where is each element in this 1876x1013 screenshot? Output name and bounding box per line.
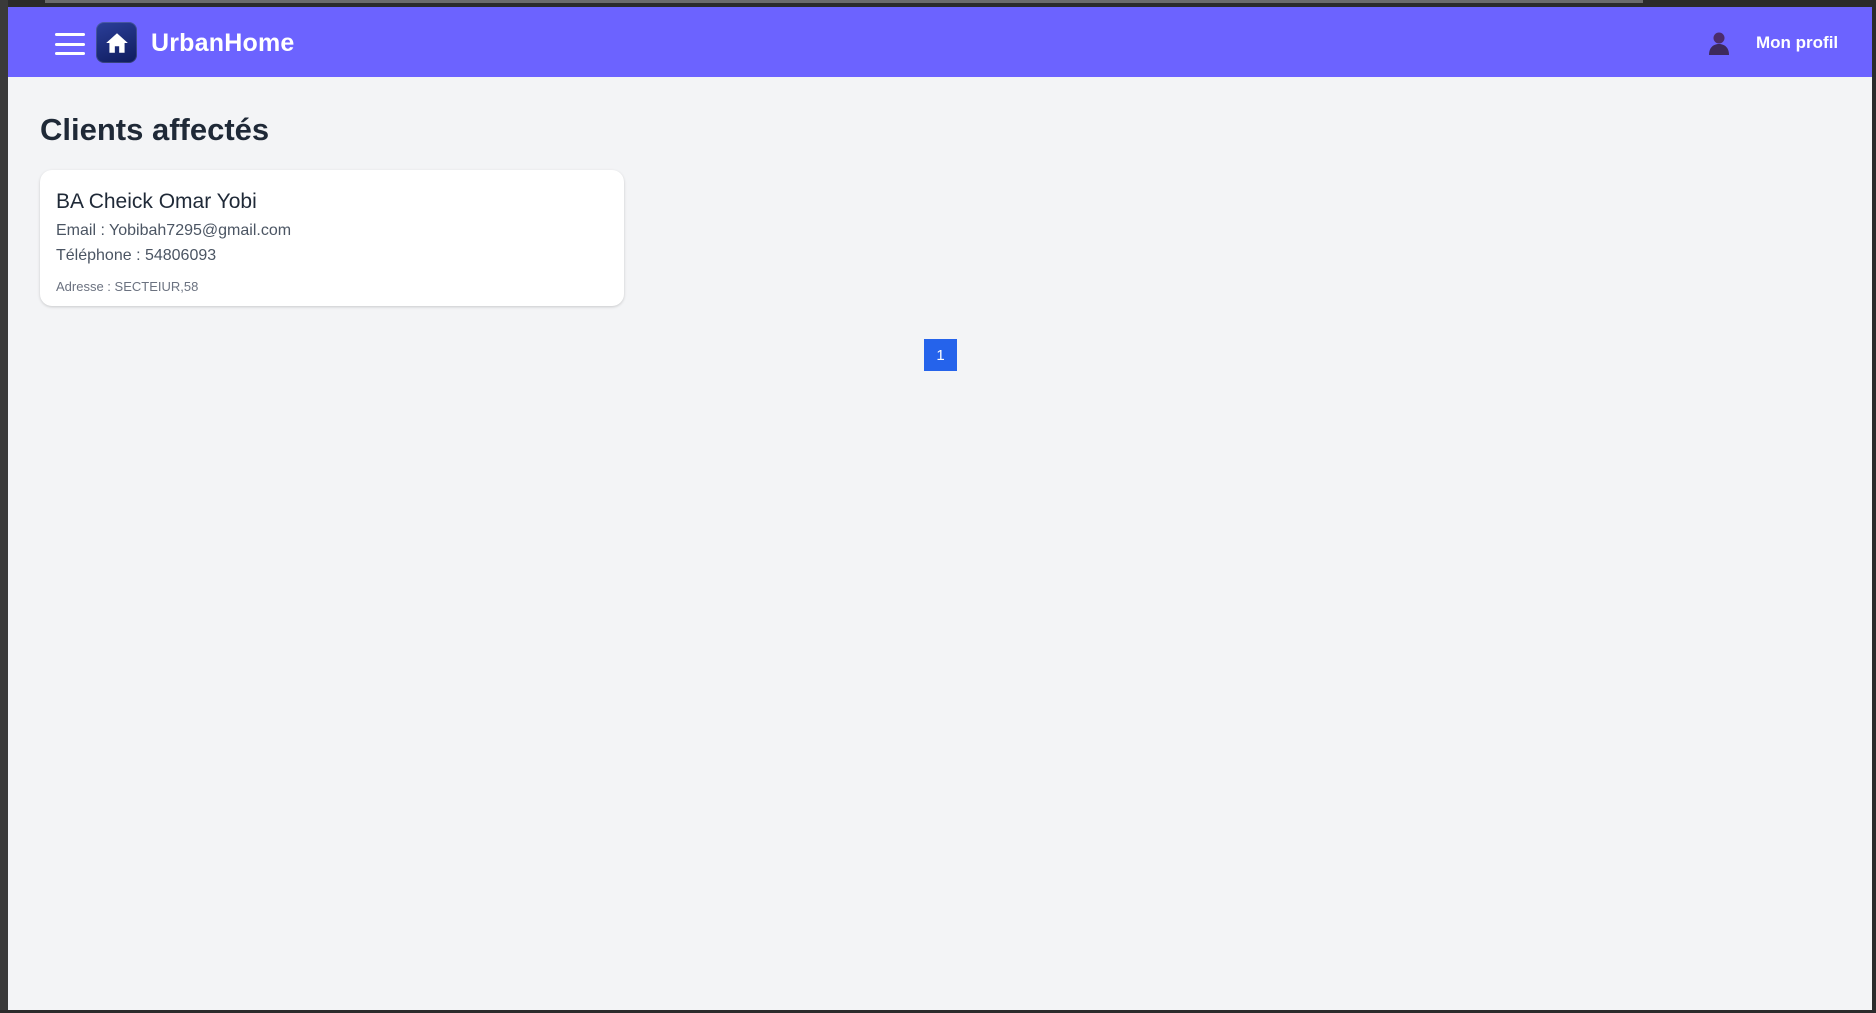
- house-icon[interactable]: [96, 22, 137, 63]
- page-button-1[interactable]: 1: [924, 339, 957, 371]
- profile-link[interactable]: Mon profil: [1756, 33, 1838, 53]
- user-icon[interactable]: [1708, 31, 1730, 55]
- client-email: Email : Yobibah7295@gmail.com: [56, 222, 292, 239]
- client-card[interactable]: BA Cheick Omar Yobi Email : Yobibah7295@…: [40, 170, 624, 306]
- pagination: 1: [924, 339, 957, 371]
- navbar: UrbanHome Mon profil: [8, 7, 1872, 77]
- page-title: Clients affectés: [40, 112, 270, 147]
- client-address: Adresse : SECTEIUR,58: [56, 279, 199, 294]
- brand-name[interactable]: UrbanHome: [151, 29, 295, 58]
- client-phone: Téléphone : 54806093: [56, 247, 217, 264]
- app-window: UrbanHome Mon profil Clients affectés BA…: [8, 0, 1872, 1010]
- client-name: BA Cheick Omar Yobi: [56, 190, 257, 213]
- window-border-right: [1872, 0, 1876, 1013]
- hamburger-icon[interactable]: [55, 33, 85, 55]
